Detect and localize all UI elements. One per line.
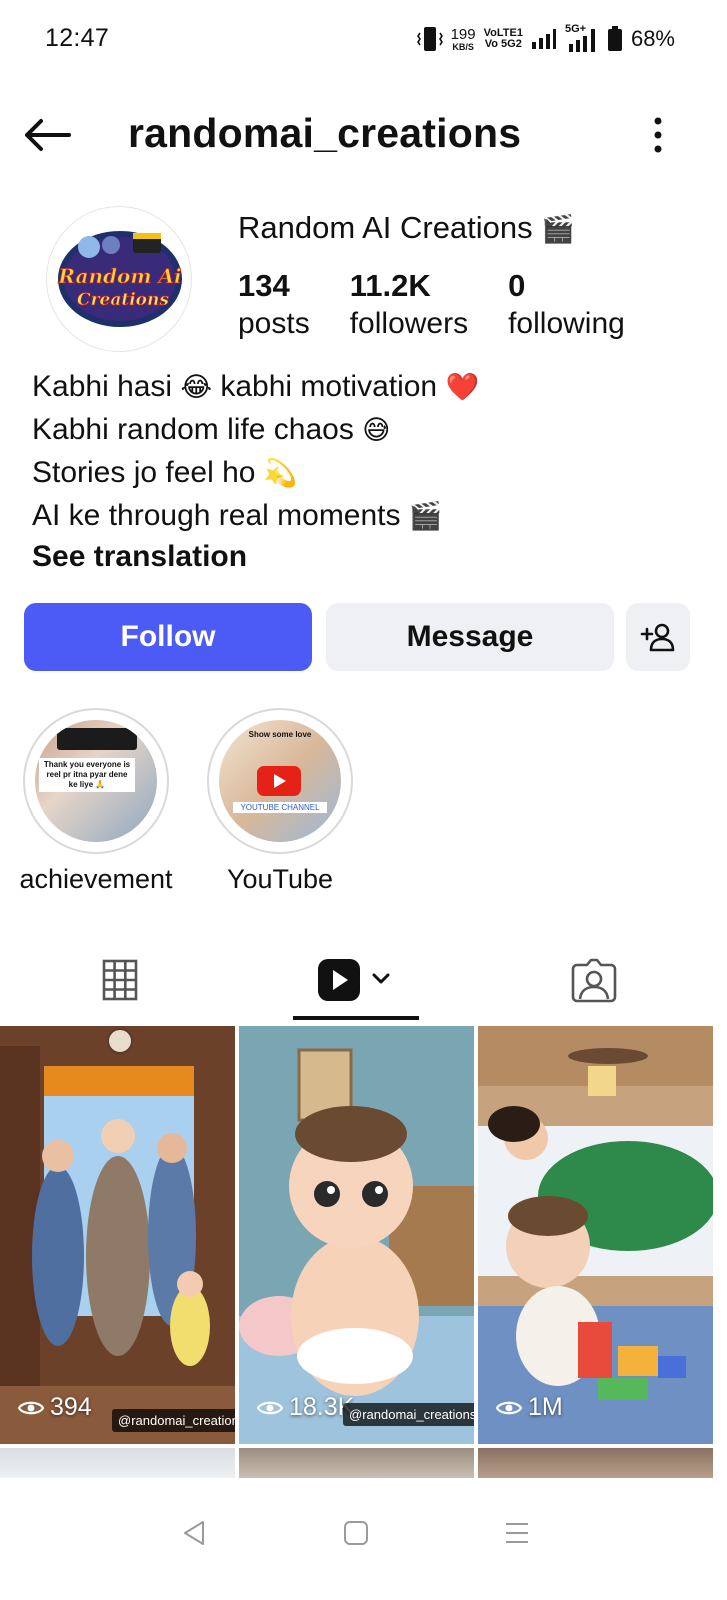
highlight-ring: Show some love YOUTUBE CHANNEL [207,708,353,854]
reel-tile-partial[interactable] [478,1448,713,1478]
signal-5g-icon: 5G+ [565,23,599,53]
signal-icon [531,29,556,49]
more-options-button[interactable] [643,108,673,162]
status-icons: 199 KB/S VoLTE1 Vo 5G2 5G+ 68% [416,22,675,56]
profile-header: randomai_creations [0,100,727,170]
profile-stats: 134 posts 11.2K followers 0 following [238,268,625,344]
nav-back-icon [184,1521,204,1545]
watermark: @randomai_creations [112,1409,235,1432]
vertical-dots-icon [654,117,662,153]
highlight-youtube[interactable]: Show some love YOUTUBE CHANNEL YouTube [207,708,353,894]
add-user-icon [640,623,675,652]
tab-posts-grid[interactable] [60,940,180,1020]
back-button[interactable] [20,110,74,160]
svg-text:Creations: Creations [77,290,169,310]
system-home-button[interactable] [326,1508,386,1558]
clapper-emoji: 🎬 [541,214,575,245]
tab-tagged[interactable] [534,940,654,1020]
network-speed: 199 KB/S [450,25,476,52]
battery-percent: 68% [630,26,675,51]
eye-icon [496,1401,522,1414]
reel-tile[interactable]: 1M [478,1026,713,1444]
stat-posts[interactable]: 134 posts [238,268,310,344]
reel-tile-partial[interactable] [0,1448,235,1478]
youtube-play-icon [257,766,301,796]
profile-username: randomai_creations [128,110,522,156]
system-back-button[interactable] [164,1508,224,1558]
reel-tile-partial[interactable] [239,1448,474,1478]
view-count: 1M [496,1393,563,1422]
tagged-icon [571,958,617,1003]
bio-line: Kabhi random life chaos 😅 [32,413,391,446]
status-time: 12:47 [45,24,110,52]
svg-text:Random Ai: Random Ai [57,264,181,288]
nav-menu-icon [506,1523,528,1543]
nav-home-icon [344,1521,368,1545]
system-menu-button[interactable] [487,1508,547,1558]
profile-actions: Follow Message [24,603,690,671]
battery-icon [607,26,622,51]
display-name: Random AI Creations 🎬 [238,210,575,245]
eye-icon [18,1401,44,1414]
view-count: 394 [18,1393,92,1422]
eye-icon [257,1401,283,1414]
bio-line: AI ke through real moments 🎬 [32,499,443,532]
watermark: @randomai_creations [343,1403,474,1426]
message-button[interactable]: Message [326,603,614,671]
status-bar: 12:47 199 KB/S VoLTE1 Vo 5G2 5G+ 68% [0,0,727,80]
profile-avatar[interactable]: Random Ai Creations [46,206,192,352]
suggested-users-button[interactable] [626,603,690,671]
stat-following[interactable]: 0 following [508,268,625,344]
reel-tile[interactable]: 394 @randomai_creations [0,1026,235,1444]
highlight-cover: Show some love YOUTUBE CHANNEL [219,720,341,842]
system-navigation-bar [0,1478,727,1600]
bio-line: Kabhi hasi 😂 kabhi motivation ❤️ [32,370,480,403]
highlight-label: YouTube [226,864,334,894]
bio-line: Stories jo feel ho 💫 [32,456,298,489]
vibrate-icon [416,27,443,51]
active-tab-indicator [293,1016,419,1020]
view-count: 18.3K [257,1393,354,1422]
grid-icon [102,959,138,1001]
reels-grid: 394 @randomai_creations 18.3K @randomai_… [0,1026,727,1478]
stat-followers[interactable]: 11.2K followers [350,268,468,344]
volte-indicator: VoLTE1 Vo 5G2 [483,27,523,50]
arrow-left-icon [25,119,71,151]
reel-tile[interactable]: 18.3K @randomai_creations [239,1026,474,1444]
see-translation-link[interactable]: See translation [32,536,479,578]
reels-icon [318,959,390,1001]
profile-tabs [0,940,727,1024]
tab-reels[interactable] [292,940,420,1020]
highlight-cover: Thank you everyone is reel pr itna pyar … [35,720,157,842]
profile-bio: Kabhi hasi 😂 kabhi motivation ❤️ Kabhi r… [32,366,479,578]
highlight-label: achievement [19,864,173,894]
highlight-ring: Thank you everyone is reel pr itna pyar … [23,708,169,854]
highlight-achievement[interactable]: Thank you everyone is reel pr itna pyar … [19,708,173,894]
follow-button[interactable]: Follow [24,603,312,671]
